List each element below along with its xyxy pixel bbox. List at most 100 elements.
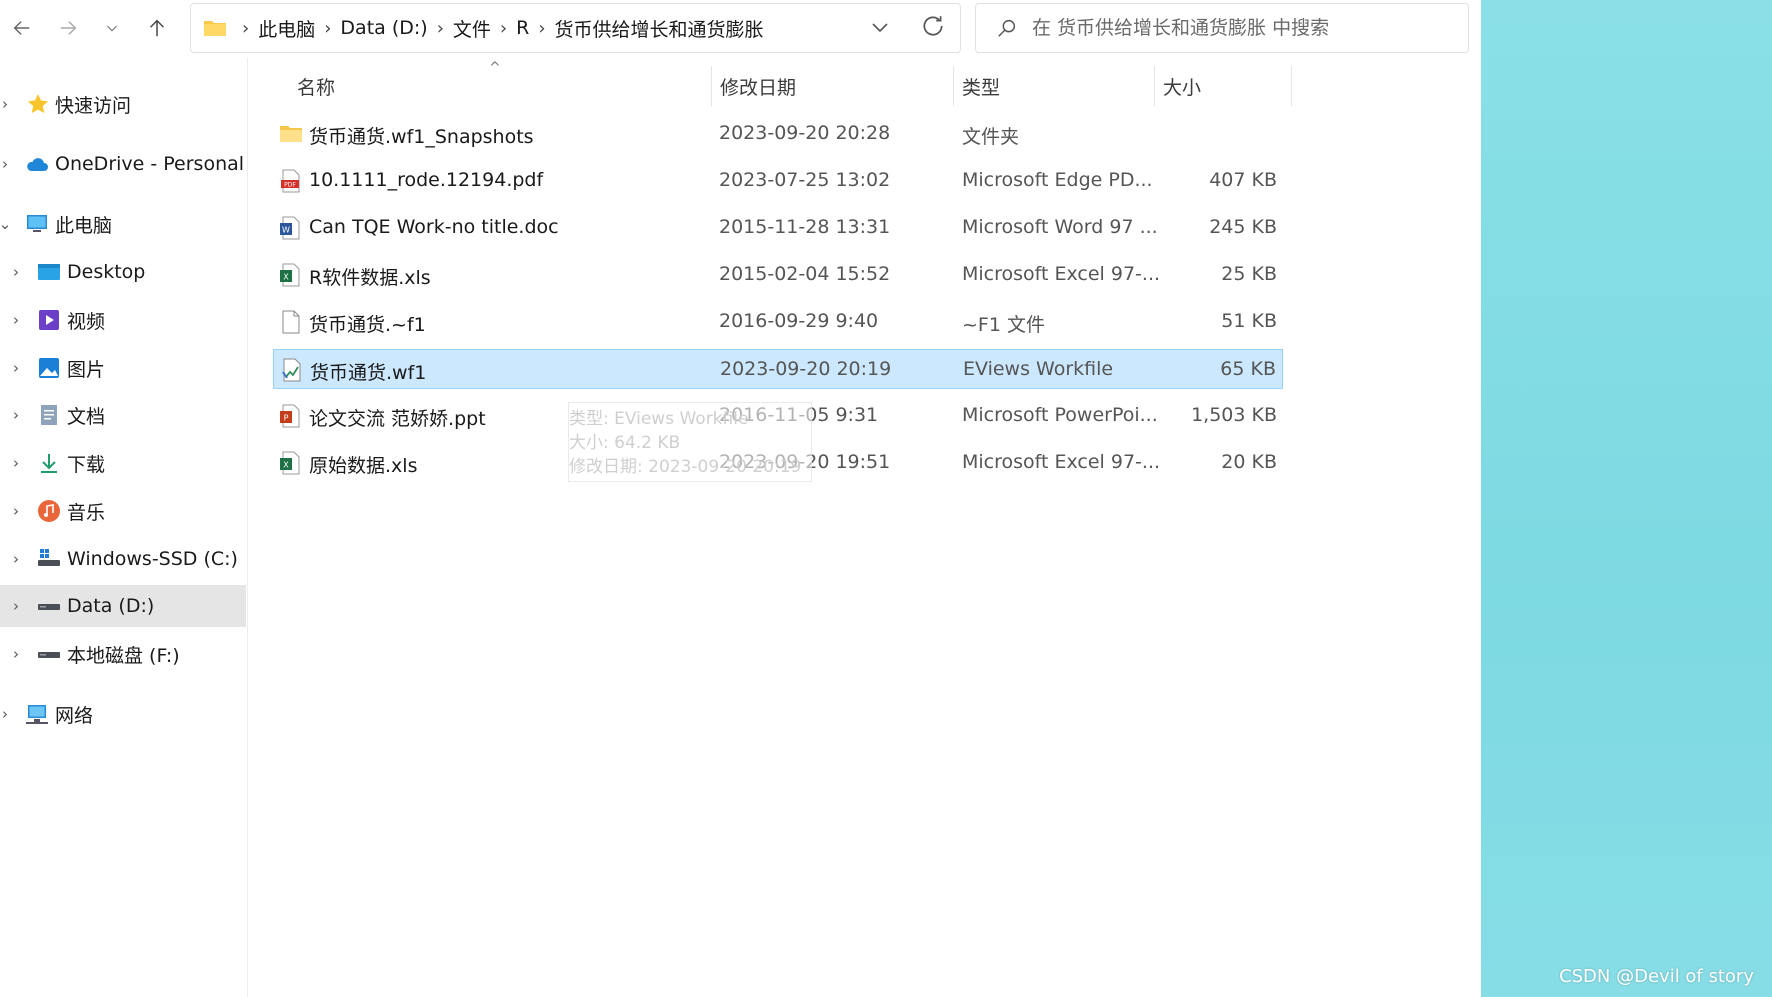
breadcrumb-item[interactable]: R: [516, 17, 529, 39]
drive-icon: [38, 652, 60, 658]
breadcrumb-item[interactable]: 此电脑: [258, 15, 315, 42]
file-row[interactable]: X 原始数据.xls 2023-09-20 19:51 Microsoft Ex…: [273, 443, 1283, 483]
recent-locations-button[interactable]: [92, 8, 132, 48]
breadcrumb-item[interactable]: Data (D:): [340, 17, 427, 39]
sidebar-item-label: 此电脑: [55, 214, 113, 237]
file-size: 65 KB: [1220, 358, 1276, 380]
file-type: ~F1 文件: [962, 314, 1045, 336]
file-row[interactable]: 货币通货.wf1_Snapshots 2023-09-20 20:28 文件夹: [273, 114, 1283, 154]
column-header-size[interactable]: 大小: [1163, 72, 1201, 100]
breadcrumb-item[interactable]: 货币供给增长和通货膨胀: [555, 15, 764, 42]
sidebar-item-label: 快速访问: [55, 94, 132, 117]
file-type: Microsoft Excel 97-...: [962, 451, 1161, 473]
address-dropdown-icon[interactable]: [868, 15, 892, 39]
breadcrumb-separator: ›: [538, 17, 546, 39]
sidebar-item-label: 网络: [55, 704, 94, 727]
sidebar-item-label: Windows-SSD (C:): [67, 548, 238, 570]
sidebar-item-pictures[interactable]: › 图片: [0, 347, 246, 389]
column-header-name[interactable]: 名称: [297, 72, 335, 100]
pictures-icon: [39, 358, 59, 378]
forward-button[interactable]: [48, 8, 88, 48]
chevron-right-icon[interactable]: ›: [9, 645, 23, 663]
column-divider[interactable]: [953, 66, 954, 106]
file-date: 2015-02-04 15:52: [719, 263, 891, 285]
address-bar[interactable]: › 此电脑 › Data (D:) › 文件 › R › 货币供给增长和通货膨胀: [190, 3, 961, 53]
svg-text:W: W: [282, 226, 290, 235]
column-divider[interactable]: [1291, 66, 1292, 106]
file-name: R软件数据.xls: [309, 267, 431, 289]
chevron-right-icon[interactable]: ›: [9, 454, 23, 472]
search-input[interactable]: [1030, 16, 1454, 40]
file-type: EViews Workfile: [963, 358, 1114, 380]
chevron-right-icon[interactable]: ›: [0, 705, 12, 723]
column-divider[interactable]: [711, 66, 712, 106]
file-date: 2023-07-25 13:02: [719, 169, 891, 191]
file-row-selected[interactable]: 货币通货.wf1 2023-09-20 20:19 EViews Workfil…: [273, 349, 1283, 389]
sidebar-item-label: 音乐: [67, 501, 106, 524]
file-row[interactable]: X R软件数据.xls 2015-02-04 15:52 Microsoft E…: [273, 255, 1283, 295]
powerpoint-icon: P: [280, 404, 300, 428]
excel-icon: X: [280, 263, 300, 287]
sidebar-item-videos[interactable]: › 视频: [0, 299, 246, 341]
file-name: 10.1111_rode.12194.pdf: [309, 169, 544, 191]
column-header-type[interactable]: 类型: [962, 72, 1000, 100]
file-row[interactable]: W Can TQE Work-no title.doc 2015-11-28 1…: [273, 208, 1283, 248]
svg-text:X: X: [283, 273, 289, 282]
navigation-pane: › 快速访问 › OneDrive - Personal ⌄ 此电脑 › Des…: [0, 58, 248, 997]
chevron-right-icon[interactable]: ›: [9, 550, 23, 568]
sidebar-item-drive-f[interactable]: › 本地磁盘 (F:): [0, 633, 246, 675]
column-divider[interactable]: [1154, 66, 1155, 106]
chevron-right-icon[interactable]: ›: [9, 311, 23, 329]
file-row[interactable]: 货币通货.~f1 2016-09-29 9:40 ~F1 文件 51 KB: [273, 302, 1283, 342]
svg-text:P: P: [284, 414, 289, 423]
refresh-icon[interactable]: [920, 13, 946, 39]
sidebar-item-quick-access[interactable]: › 快速访问: [0, 83, 246, 125]
folder-icon: [204, 21, 226, 36]
column-header-date[interactable]: 修改日期: [720, 72, 796, 100]
chevron-right-icon[interactable]: ›: [0, 95, 12, 113]
sidebar-item-documents[interactable]: › 文档: [0, 394, 246, 436]
search-box[interactable]: [975, 3, 1469, 53]
sidebar-item-drive-c[interactable]: › Windows-SSD (C:): [0, 538, 246, 580]
file-name: Can TQE Work-no title.doc: [309, 216, 559, 238]
chevron-right-icon[interactable]: ›: [9, 406, 23, 424]
back-button[interactable]: [2, 8, 42, 48]
breadcrumb-item[interactable]: 文件: [453, 15, 491, 42]
file-name: 原始数据.xls: [309, 455, 418, 477]
sidebar-item-label: Desktop: [67, 261, 146, 283]
file-date: 2023-09-20 19:51: [719, 451, 891, 473]
breadcrumb-separator: ›: [499, 17, 508, 39]
breadcrumb-separator: ›: [324, 17, 332, 39]
sidebar-item-this-pc[interactable]: ⌄ 此电脑: [0, 203, 246, 245]
chevron-right-icon[interactable]: ›: [9, 597, 23, 615]
breadcrumb-separator: ›: [436, 17, 444, 39]
chevron-right-icon[interactable]: ›: [9, 502, 23, 520]
up-button[interactable]: [137, 8, 177, 48]
sort-ascending-icon: ^: [489, 60, 501, 76]
chevron-right-icon[interactable]: ›: [9, 359, 23, 377]
file-explorer-window: › 此电脑 › Data (D:) › 文件 › R › 货币供给增长和通货膨胀…: [0, 0, 1481, 997]
windows-drive-icon: [38, 549, 60, 566]
sidebar-item-drive-d[interactable]: › Data (D:): [0, 585, 246, 627]
file-size: 51 KB: [1221, 310, 1277, 332]
file-row[interactable]: PDF 10.1111_rode.12194.pdf 2023-07-25 13…: [273, 161, 1283, 201]
download-icon: [41, 454, 57, 473]
chevron-down-icon[interactable]: ⌄: [0, 215, 12, 233]
drive-icon: [38, 604, 60, 610]
file-row[interactable]: P 论文交流 范娇娇.ppt 2016-11-05 9:31 Microsoft…: [273, 396, 1283, 436]
file-name: 货币通货.wf1: [310, 362, 427, 384]
chevron-right-icon[interactable]: ›: [0, 155, 12, 173]
sidebar-item-desktop[interactable]: › Desktop: [0, 251, 246, 293]
file-list: ^ 名称 修改日期 类型 大小 货币通货.wf1_Snapshots 2023-…: [249, 58, 1481, 997]
search-icon: [998, 19, 1016, 37]
sidebar-item-label: 图片: [67, 358, 106, 381]
sidebar-item-onedrive[interactable]: › OneDrive - Personal: [0, 143, 246, 185]
chevron-right-icon[interactable]: ›: [9, 263, 23, 281]
sidebar-item-music[interactable]: › 音乐: [0, 490, 246, 532]
breadcrumb-separator: ›: [242, 17, 250, 39]
file-size: 245 KB: [1209, 216, 1277, 238]
sidebar-item-downloads[interactable]: › 下载: [0, 442, 246, 484]
sidebar-item-network[interactable]: › 网络: [0, 693, 246, 735]
video-icon: [39, 310, 59, 330]
file-size: 20 KB: [1221, 451, 1277, 473]
